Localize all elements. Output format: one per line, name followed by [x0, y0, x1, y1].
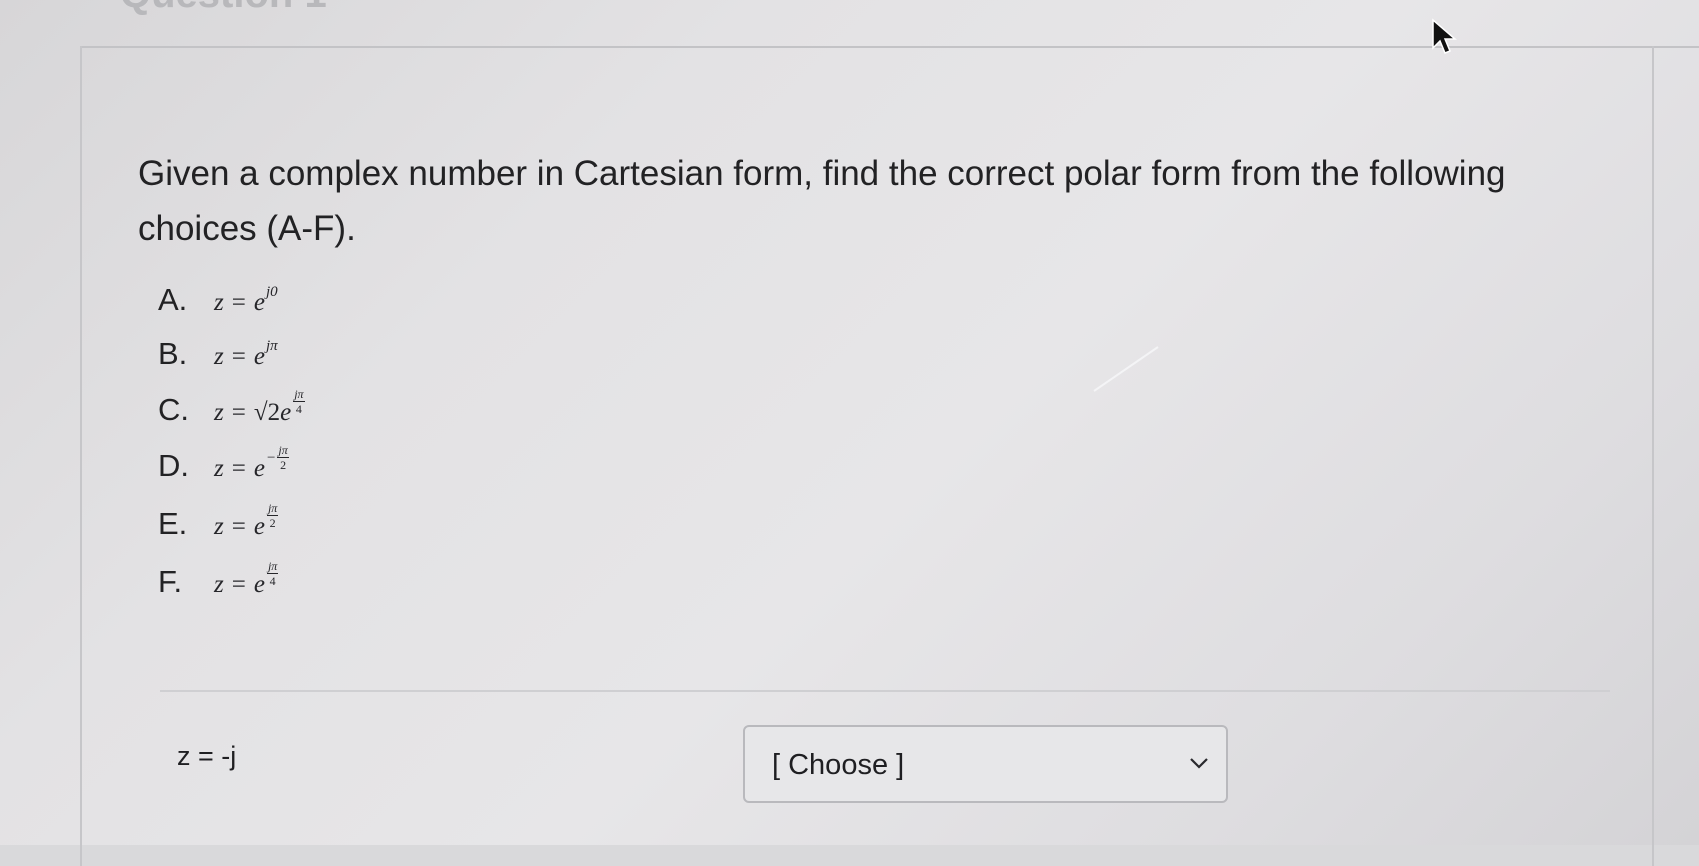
- answer-equation: z = -j: [177, 741, 237, 771]
- fraction-numerator: jπ: [266, 559, 279, 574]
- fraction-numerator: jπ: [277, 443, 289, 458]
- formula-lhs: z: [214, 513, 224, 540]
- option-c: C. z = √2 e jπ 4: [158, 388, 305, 442]
- equals-sign: =: [231, 571, 246, 598]
- pen-mark: [1093, 346, 1159, 392]
- formula-exponent: j0: [265, 284, 278, 300]
- formula-lhs: z: [214, 455, 224, 482]
- formula-lhs: z: [214, 571, 224, 598]
- option-b: B. z = e jπ: [158, 336, 278, 386]
- equals-sign: =: [231, 343, 246, 370]
- exponent-sign: −: [266, 450, 276, 466]
- option-letter: E.: [158, 506, 188, 541]
- mouse-pointer-icon: [1432, 18, 1458, 54]
- fraction-denominator: 4: [295, 402, 302, 416]
- equals-sign: =: [231, 399, 246, 426]
- formula-lhs: z: [214, 399, 224, 426]
- formula-exponent: jπ: [265, 338, 278, 354]
- answer-select[interactable]: [ Choose ]: [743, 725, 1228, 803]
- formula-coefficient: √2: [253, 399, 281, 426]
- equals-sign: =: [231, 289, 246, 316]
- chevron-down-icon: [1190, 758, 1208, 769]
- fraction-denominator: 2: [269, 516, 276, 530]
- select-value: [ Choose ]: [772, 749, 905, 781]
- divider: [160, 690, 1610, 692]
- formula-base: e: [253, 513, 265, 540]
- formula-base: e: [253, 289, 265, 316]
- option-letter: D.: [158, 448, 189, 483]
- question-prompt: Given a complex number in Cartesian form…: [138, 154, 1506, 248]
- formula-base: e: [253, 343, 265, 370]
- option-e: E. z = e jπ 2: [158, 502, 279, 556]
- quiz-page: Question 1 Given a complex number in Car…: [0, 0, 1699, 866]
- fraction-numerator: jπ: [293, 387, 305, 402]
- option-a: A. z = e j0: [158, 282, 278, 332]
- question-title: Question 1: [120, 0, 327, 17]
- option-formula: z = e jπ: [214, 338, 278, 371]
- equals-sign: =: [231, 455, 246, 482]
- option-formula: z = e j0: [214, 284, 278, 317]
- fraction-denominator: 4: [269, 574, 276, 588]
- formula-lhs: z: [214, 343, 224, 370]
- formula-exponent-fraction: jπ 4: [266, 559, 279, 588]
- option-d: D. z = e − jπ 2: [158, 444, 289, 498]
- fraction-numerator: jπ: [266, 501, 279, 516]
- option-formula: z = e − jπ 2: [214, 444, 289, 493]
- formula-base: e: [253, 571, 265, 598]
- formula-lhs: z: [214, 289, 224, 316]
- formula-exponent-fraction: jπ 2: [266, 501, 279, 530]
- formula-exponent-fraction: jπ 4: [293, 387, 305, 416]
- fraction-denominator: 2: [280, 458, 287, 472]
- formula-exponent-fraction: jπ 2: [277, 443, 289, 472]
- option-letter: B.: [158, 336, 188, 371]
- formula-base: e: [253, 455, 265, 482]
- equals-sign: =: [231, 513, 246, 540]
- option-f: F. z = e jπ 4: [158, 560, 279, 614]
- option-letter: A.: [158, 282, 188, 317]
- formula-base: e: [280, 399, 292, 426]
- option-formula: z = e jπ 4: [214, 560, 279, 609]
- option-letter: F.: [158, 564, 183, 599]
- option-letter: C.: [158, 392, 189, 427]
- option-formula: z = √2 e jπ 4: [214, 388, 305, 437]
- option-formula: z = e jπ 2: [214, 502, 279, 551]
